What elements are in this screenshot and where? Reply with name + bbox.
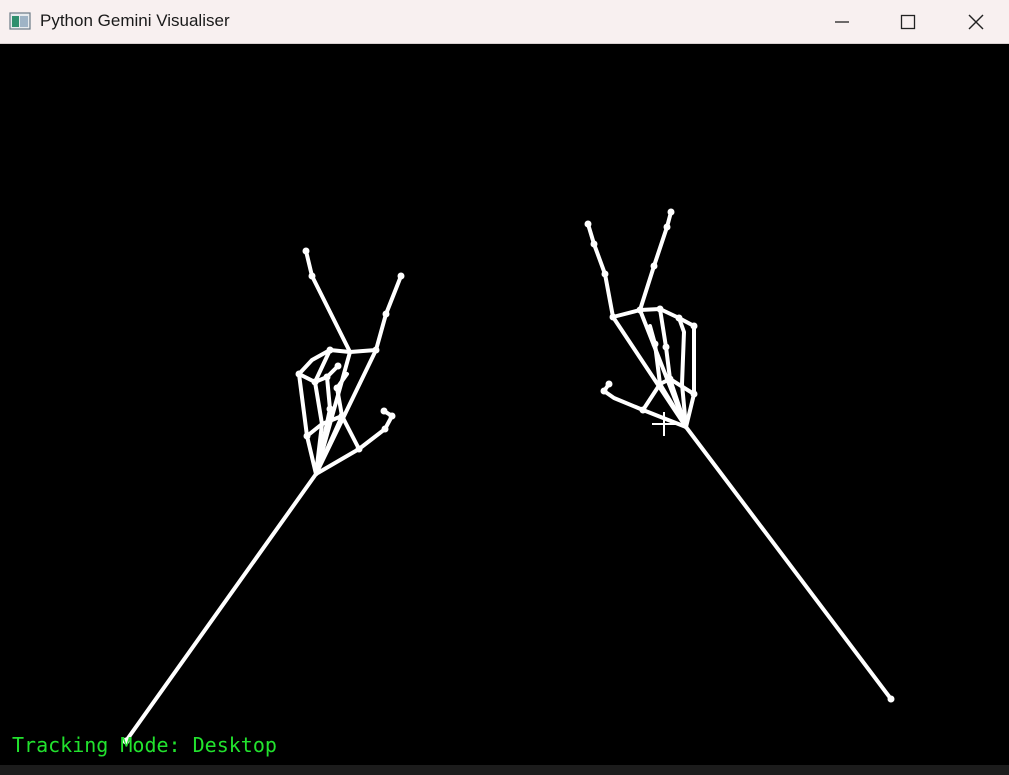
- minimize-button[interactable]: [812, 0, 872, 43]
- app-window: Python Gemini Visualiser Tracking Mode: …: [0, 0, 1009, 775]
- hand-skeleton-view: [122, 208, 895, 745]
- tracking-mode-status: Tracking Mode: Desktop: [12, 733, 277, 757]
- close-icon: [968, 14, 984, 29]
- visualiser-canvas[interactable]: Tracking Mode: Desktop: [0, 44, 1009, 765]
- app-window-icon: [9, 12, 31, 30]
- right-hand-joints: [584, 208, 895, 703]
- window-bottom-edge: [0, 765, 1009, 775]
- right-hand-skeleton: [586, 210, 893, 701]
- title-bar[interactable]: Python Gemini Visualiser: [0, 0, 1009, 44]
- minimize-icon: [835, 20, 849, 23]
- maximize-icon: [900, 14, 916, 29]
- close-button[interactable]: [946, 0, 1006, 43]
- left-hand-joints: [122, 247, 405, 745]
- window-title: Python Gemini Visualiser: [40, 11, 230, 30]
- left-hand-skeleton: [124, 249, 403, 743]
- maximize-button[interactable]: [878, 0, 938, 43]
